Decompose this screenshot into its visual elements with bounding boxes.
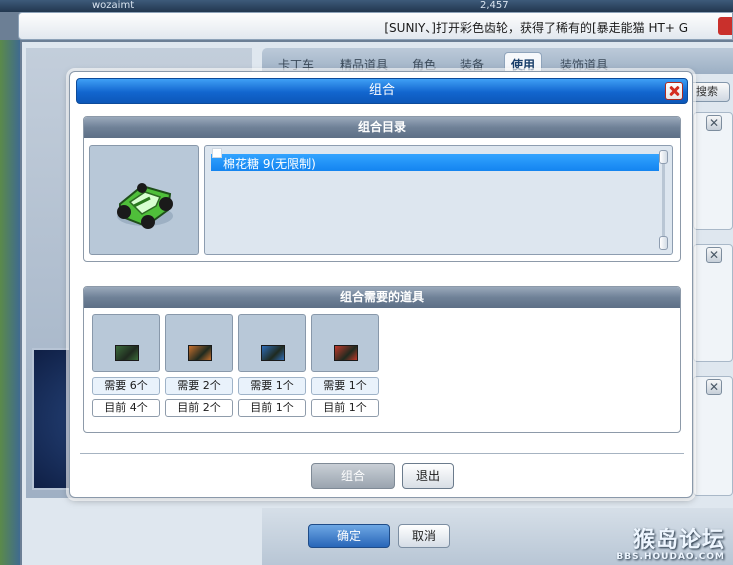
item-chip-icon (334, 345, 358, 361)
ticker-close-icon[interactable] (718, 17, 732, 35)
combine-catalog-section: 组合目录 棉花糖 9(无限制) (83, 116, 681, 262)
cancel-button[interactable]: 取消 (398, 524, 450, 548)
required-quantity: 需要 2个 (165, 377, 233, 395)
footer-divider (80, 453, 684, 454)
required-item: 需要 6个 目前 4个 (92, 314, 160, 417)
required-item: 需要 1个 目前 1个 (238, 314, 306, 417)
item-card: ✕ (693, 244, 733, 362)
item-chip-icon (188, 345, 212, 361)
close-icon[interactable]: ✕ (706, 247, 722, 263)
dialog-title: 组合 (368, 83, 395, 98)
required-item-icon[interactable] (238, 314, 306, 372)
scroll-track[interactable] (662, 150, 665, 250)
item-card: ✕ (693, 376, 733, 496)
item-chip-icon (261, 345, 285, 361)
watermark-url: BBS.HOUDAO.COM (616, 552, 725, 562)
section-header: 组合需要的道具 (84, 287, 680, 308)
current-quantity: 目前 2个 (165, 399, 233, 417)
list-item[interactable]: 棉花糖 9(无限制) (211, 148, 659, 171)
required-quantity: 需要 1个 (238, 377, 306, 395)
exit-button[interactable]: 退出 (402, 463, 454, 489)
kart-icon (117, 183, 173, 229)
current-quantity: 目前 1个 (311, 399, 379, 417)
confirm-button[interactable]: 确定 (308, 524, 390, 548)
ticker-message: [SUNIY、]打开彩色齿轮，获得了稀有的[暴走能猫 HT+ G (384, 21, 688, 35)
required-item: 需要 1个 目前 1个 (311, 314, 379, 417)
current-quantity: 目前 4个 (92, 399, 160, 417)
combine-recipe-list[interactable]: 棉花糖 9(无限制) (204, 145, 673, 255)
required-item-icon[interactable] (311, 314, 379, 372)
required-item-icon[interactable] (92, 314, 160, 372)
close-icon[interactable] (665, 82, 683, 100)
list-scrollbar[interactable] (659, 150, 668, 250)
close-icon[interactable]: ✕ (706, 379, 722, 395)
item-card: ✕ (693, 112, 733, 230)
required-item: 需要 2个 目前 2个 (165, 314, 233, 417)
required-item-icon[interactable] (165, 314, 233, 372)
player-name: wozaimt (92, 0, 135, 11)
player-score: 2,457 (480, 0, 509, 11)
scroll-down-handle[interactable] (659, 236, 668, 250)
announcement-ticker: [SUNIY、]打开彩色齿轮，获得了稀有的[暴走能猫 HT+ G (18, 12, 733, 40)
top-status-bar: wozaimt 2,457 (0, 0, 733, 12)
forum-watermark: 猴岛论坛 BBS.HOUDAO.COM (616, 522, 725, 562)
dialog-titlebar[interactable]: 组合 (76, 78, 688, 104)
combine-button[interactable]: 组合 (311, 463, 395, 489)
close-icon[interactable]: ✕ (706, 115, 722, 131)
scroll-up-handle[interactable] (659, 150, 668, 164)
required-items-section: 组合需要的道具 需要 6个 目前 4个 需要 2个 目前 2个 需要 1个 目前… (83, 286, 681, 433)
section-header: 组合目录 (84, 117, 680, 138)
recipe-label: 棉花糖 9(无限制) (223, 157, 316, 171)
kart-preview-image (89, 145, 199, 255)
combine-dialog: 组合 组合目录 棉花糖 9(无限制) 组合需要的道具 需要 6个 目前 4个 需… (69, 71, 693, 498)
checkbox-icon[interactable] (212, 148, 222, 158)
required-quantity: 需要 1个 (311, 377, 379, 395)
watermark-title: 猴岛论坛 (632, 528, 725, 553)
game-scene-strip (0, 40, 20, 565)
item-chip-icon (115, 345, 139, 361)
required-quantity: 需要 6个 (92, 377, 160, 395)
current-quantity: 目前 1个 (238, 399, 306, 417)
